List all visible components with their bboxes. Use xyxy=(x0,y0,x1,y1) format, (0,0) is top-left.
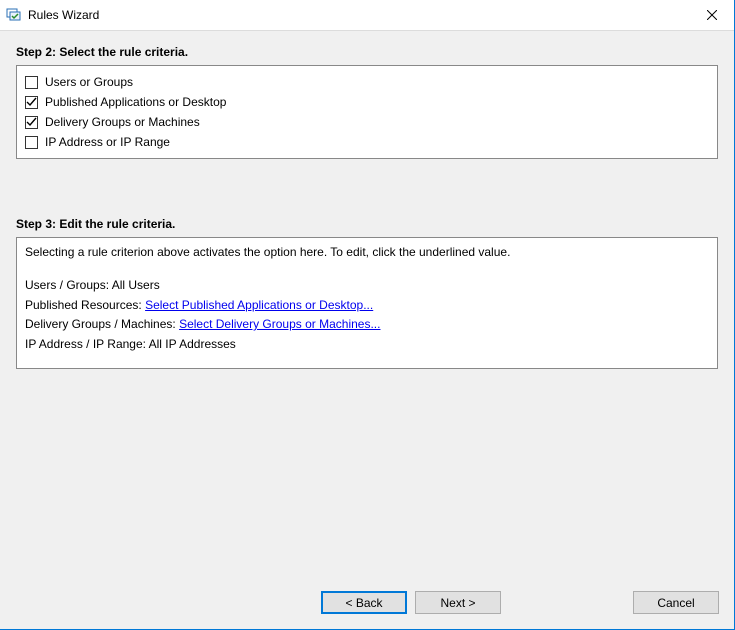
criteria-label-delivery: Delivery Groups or Machines xyxy=(45,115,200,129)
app-icon xyxy=(6,7,22,23)
edit-delivery-label: Delivery Groups / Machines: xyxy=(25,317,179,331)
criteria-checkbox-users[interactable] xyxy=(25,76,38,89)
criteria-checkbox-delivery[interactable] xyxy=(25,116,38,129)
criteria-row-published: Published Applications or Desktop xyxy=(25,92,709,112)
edit-published-label: Published Resources: xyxy=(25,298,145,312)
window-title: Rules Wizard xyxy=(28,8,689,22)
edit-line-published: Published Resources: Select Published Ap… xyxy=(25,297,709,314)
edit-ip-label: IP Address / IP Range: xyxy=(25,337,149,351)
edit-ip-value: All IP Addresses xyxy=(149,337,236,351)
step2-panel: Users or Groups Published Applications o… xyxy=(16,65,718,159)
wizard-button-row: < Back Next > Cancel xyxy=(0,591,735,614)
edit-delivery-link[interactable]: Select Delivery Groups or Machines... xyxy=(179,317,380,331)
cancel-button[interactable]: Cancel xyxy=(633,591,719,614)
edit-line-users: Users / Groups: All Users xyxy=(25,277,709,294)
criteria-row-ip: IP Address or IP Range xyxy=(25,132,709,152)
back-button[interactable]: < Back xyxy=(321,591,407,614)
wizard-content: Step 2: Select the rule criteria. Users … xyxy=(0,31,734,369)
criteria-label-ip: IP Address or IP Range xyxy=(45,135,170,149)
edit-users-label: Users / Groups: xyxy=(25,278,112,292)
close-button[interactable] xyxy=(689,0,734,30)
criteria-row-users: Users or Groups xyxy=(25,72,709,92)
step3-heading: Step 3: Edit the rule criteria. xyxy=(16,217,718,231)
criteria-label-published: Published Applications or Desktop xyxy=(45,95,226,109)
next-button[interactable]: Next > xyxy=(415,591,501,614)
step2-heading: Step 2: Select the rule criteria. xyxy=(16,45,718,59)
criteria-checkbox-published[interactable] xyxy=(25,96,38,109)
edit-line-ip: IP Address / IP Range: All IP Addresses xyxy=(25,336,709,353)
edit-users-value: All Users xyxy=(112,278,160,292)
edit-published-link[interactable]: Select Published Applications or Desktop… xyxy=(145,298,373,312)
criteria-row-delivery: Delivery Groups or Machines xyxy=(25,112,709,132)
close-icon xyxy=(707,10,717,20)
criteria-label-users: Users or Groups xyxy=(45,75,133,89)
criteria-checkbox-ip[interactable] xyxy=(25,136,38,149)
edit-line-delivery: Delivery Groups / Machines: Select Deliv… xyxy=(25,316,709,333)
step3-instruction: Selecting a rule criterion above activat… xyxy=(25,244,709,261)
titlebar: Rules Wizard xyxy=(0,0,734,31)
step3-panel: Selecting a rule criterion above activat… xyxy=(16,237,718,369)
